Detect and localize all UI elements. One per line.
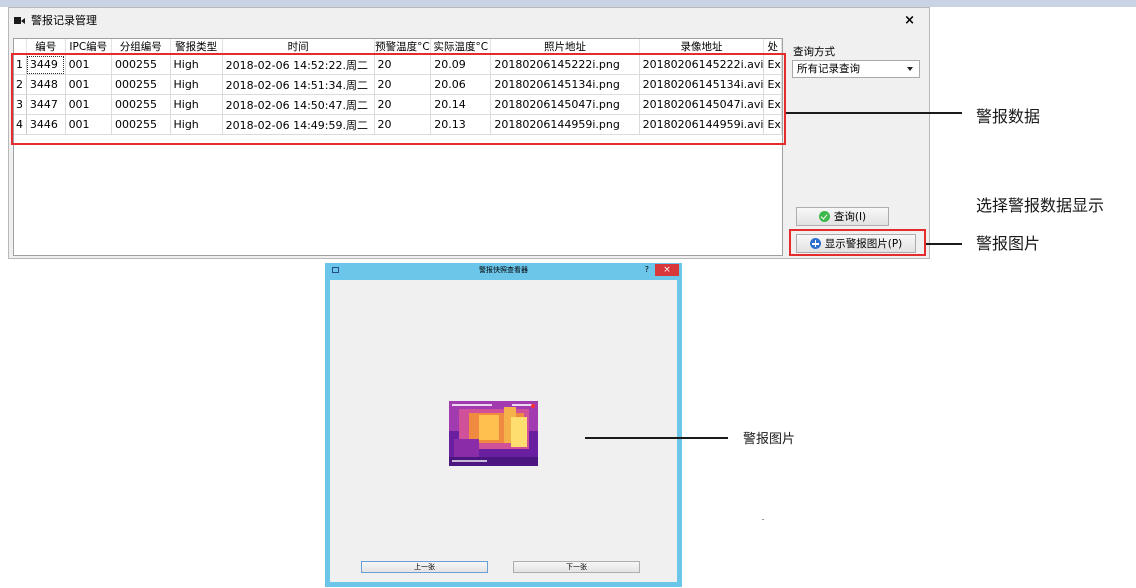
cell-photo[interactable]: 20180206144959i.png <box>490 114 640 135</box>
cell-video[interactable]: 20180206145134i.avi <box>639 74 765 95</box>
show-image-callout-line <box>926 243 962 245</box>
cell-alarm-type[interactable]: High <box>170 94 223 115</box>
cell-photo[interactable]: 20180206145047i.png <box>490 94 640 115</box>
column-header-video[interactable]: 录像地址 <box>639 39 765 55</box>
cell-video[interactable]: 20180206145222i.avi <box>639 54 765 75</box>
cell-handle[interactable]: Ex <box>763 94 782 115</box>
row-number[interactable]: 3 <box>14 94 27 115</box>
cell-group[interactable]: 000255 <box>111 74 171 95</box>
cell-warn-temp[interactable]: 20 <box>374 54 432 75</box>
previous-image-button[interactable]: 上一张 <box>361 561 488 573</box>
query-mode-label: 查询方式 <box>793 46 835 58</box>
snapshot-viewer-dialog: 警报快照查看器 ? × 上一张 下一张 <box>325 263 682 587</box>
query-mode-select[interactable]: 所有记录查询 <box>792 60 920 78</box>
cell-handle[interactable]: Ex <box>763 114 782 135</box>
cell-time[interactable]: 2018-02-06 14:52:22.周二 <box>222 54 375 75</box>
plus-circle-icon <box>809 238 821 249</box>
video-camera-icon <box>14 16 26 25</box>
query-button-label: 查询(I) <box>833 211 867 223</box>
show-alarm-image-button[interactable]: 显示警报图片(P) <box>796 234 916 253</box>
cell-handle[interactable]: Ex <box>763 54 782 75</box>
viewer-title: 警报快照查看器 <box>479 266 528 274</box>
cell-photo[interactable]: 20180206145134i.png <box>490 74 640 95</box>
column-header-actual-temp[interactable]: 实际温度°C <box>430 39 492 55</box>
cell-ipc[interactable]: 001 <box>65 94 113 115</box>
row-number[interactable]: 1 <box>14 54 27 75</box>
cell-group[interactable]: 000255 <box>111 114 171 135</box>
cell-time[interactable]: 2018-02-06 14:49:59.周二 <box>222 114 375 135</box>
cell-warn-temp[interactable]: 20 <box>374 74 432 95</box>
alarm-image-callout-line <box>585 437 728 439</box>
column-header-id[interactable]: 编号 <box>26 39 66 55</box>
table-row[interactable]: 4 3446 001 000255 High 2018-02-06 14:49:… <box>14 114 782 135</box>
select-alarm-annotation-line1: 选择警报数据显示 <box>976 196 1105 215</box>
table-row[interactable]: 1 3449 001 000255 High 2018-02-06 14:52:… <box>14 54 782 75</box>
viewer-close-button[interactable]: × <box>655 264 679 276</box>
cell-actual-temp[interactable]: 20.14 <box>430 94 492 115</box>
cell-id[interactable]: 3446 <box>26 114 66 135</box>
column-header-photo[interactable]: 照片地址 <box>490 39 640 55</box>
show-alarm-image-label: 显示警报图片(P) <box>824 238 903 250</box>
cell-warn-temp[interactable]: 20 <box>374 94 432 115</box>
cell-photo[interactable]: 20180206145222i.png <box>490 54 640 75</box>
cell-id[interactable]: 3447 <box>26 94 66 115</box>
cell-video[interactable]: 20180206144959i.avi <box>639 114 765 135</box>
alarm-records-table[interactable]: 编号 IPC编号 分组编号 警报类型 时间 预警温度°C 实际温度°C 照片地址… <box>13 38 783 256</box>
thermal-snapshot-image <box>449 401 538 466</box>
cell-alarm-type[interactable]: High <box>170 74 223 95</box>
column-header-ipc[interactable]: IPC编号 <box>65 39 113 55</box>
row-number[interactable]: 4 <box>14 114 27 135</box>
column-header-rownum <box>14 39 27 55</box>
column-header-group[interactable]: 分组编号 <box>111 39 171 55</box>
cell-alarm-type[interactable]: High <box>170 114 223 135</box>
cell-actual-temp[interactable]: 20.13 <box>430 114 492 135</box>
stray-dot <box>762 519 764 520</box>
table-row[interactable]: 3 3447 001 000255 High 2018-02-06 14:50:… <box>14 94 782 115</box>
cell-handle[interactable]: Ex <box>763 74 782 95</box>
cell-ipc[interactable]: 001 <box>65 114 113 135</box>
viewer-body: 上一张 下一张 <box>330 280 677 582</box>
chevron-down-icon <box>907 67 913 71</box>
query-mode-value: 所有记录查询 <box>797 63 860 75</box>
top-accent-bar <box>0 0 1136 7</box>
table-row[interactable]: 2 3448 001 000255 High 2018-02-06 14:51:… <box>14 74 782 95</box>
cell-id[interactable]: 3448 <box>26 74 66 95</box>
window-titlebar: 警报记录管理 × <box>9 8 929 32</box>
cell-group[interactable]: 000255 <box>111 54 171 75</box>
alarm-data-annotation: 警报数据 <box>976 107 1041 126</box>
alarm-data-callout-line <box>786 112 962 114</box>
cell-ipc[interactable]: 001 <box>65 74 113 95</box>
column-header-warn-temp[interactable]: 预警温度°C <box>374 39 432 55</box>
query-button[interactable]: 查询(I) <box>796 207 889 226</box>
help-button[interactable]: ? <box>645 265 649 274</box>
row-number[interactable]: 2 <box>14 74 27 95</box>
alarm-image-annotation: 警报图片 <box>743 432 796 447</box>
cell-time[interactable]: 2018-02-06 14:51:34.周二 <box>222 74 375 95</box>
column-header-handle[interactable]: 处 <box>763 39 782 55</box>
window-close-button[interactable]: × <box>904 13 915 28</box>
select-alarm-annotation-line2: 警报图片 <box>976 234 1041 253</box>
cell-time[interactable]: 2018-02-06 14:50:47.周二 <box>222 94 375 115</box>
cell-warn-temp[interactable]: 20 <box>374 114 432 135</box>
alarm-record-window: 警报记录管理 × 编号 IPC编号 分组编号 警报类型 时间 预警温度°C 实际… <box>8 7 930 259</box>
column-header-time[interactable]: 时间 <box>222 39 375 55</box>
window-title: 警报记录管理 <box>31 14 97 27</box>
next-image-button[interactable]: 下一张 <box>513 561 640 573</box>
check-circle-icon <box>818 211 830 222</box>
cell-actual-temp[interactable]: 20.06 <box>430 74 492 95</box>
table-header-row: 编号 IPC编号 分组编号 警报类型 时间 预警温度°C 实际温度°C 照片地址… <box>14 39 782 55</box>
cell-actual-temp[interactable]: 20.09 <box>430 54 492 75</box>
cell-video[interactable]: 20180206145047i.avi <box>639 94 765 115</box>
cell-group[interactable]: 000255 <box>111 94 171 115</box>
cell-id[interactable]: 3449 <box>26 54 66 75</box>
cell-ipc[interactable]: 001 <box>65 54 113 75</box>
column-header-alarm-type[interactable]: 警报类型 <box>170 39 223 55</box>
cell-alarm-type[interactable]: High <box>170 54 223 75</box>
